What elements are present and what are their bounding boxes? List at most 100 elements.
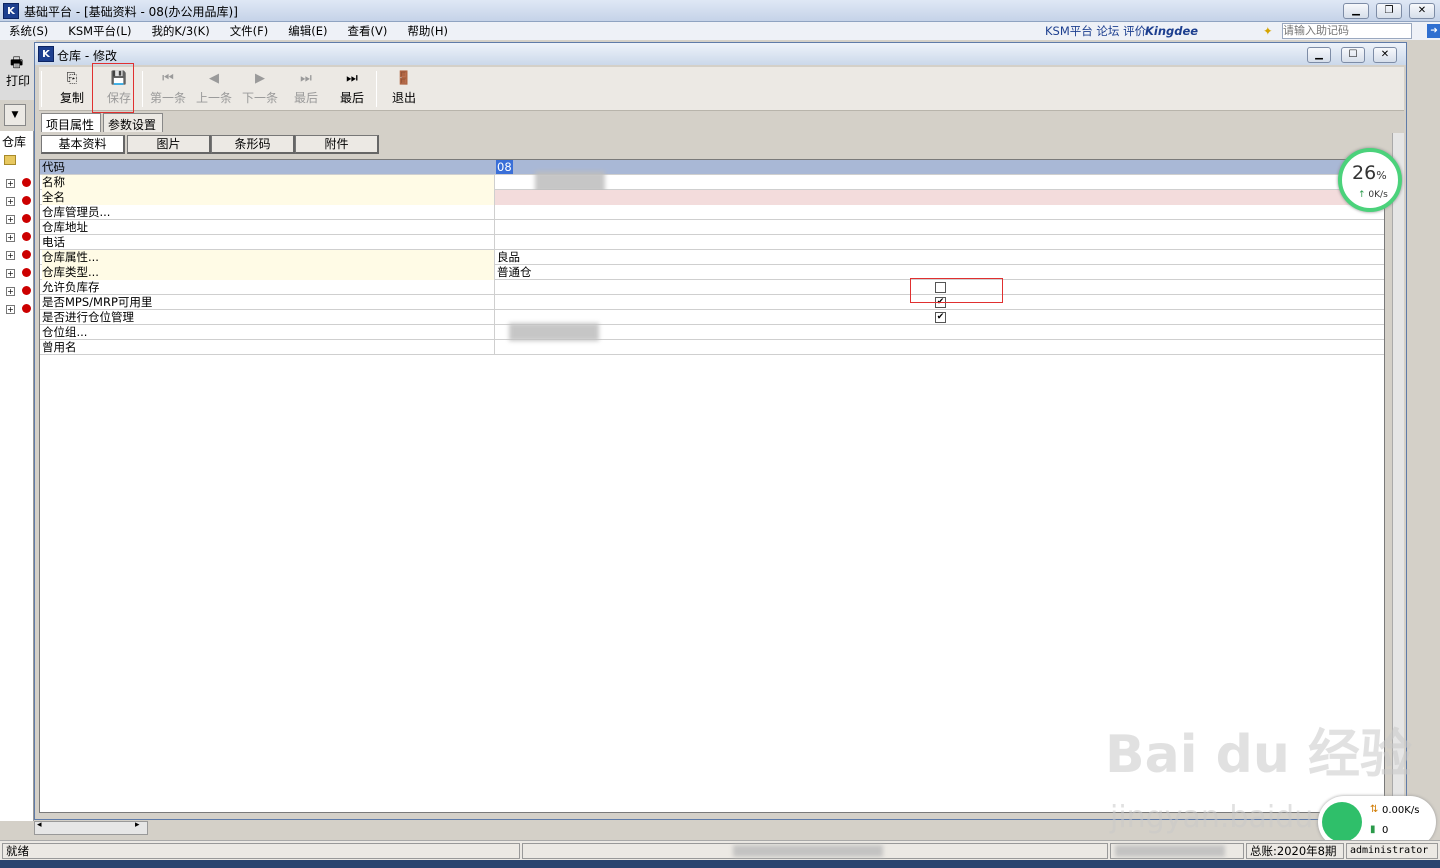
battery-icon: ▮ xyxy=(1370,824,1376,835)
window-toolbar: ⎘ 复制 💾 保存 ⏮ 第一条 ◀ 上一条 ▶ 下一条 ⏭ 最后 ⏭ 最后 🚪 … xyxy=(39,67,1404,111)
node-icon xyxy=(22,250,31,259)
next-record-button[interactable]: ▶ 下一条 xyxy=(237,67,283,111)
tab-basic-info[interactable]: 基本资料 xyxy=(41,135,125,154)
memo-input[interactable] xyxy=(1282,23,1412,39)
status-middle xyxy=(522,843,1108,859)
tab-item-properties[interactable]: 项目属性 xyxy=(41,113,101,132)
address-value[interactable] xyxy=(494,220,1384,235)
tree-node[interactable]: + xyxy=(4,194,34,208)
last-record-disabled-button[interactable]: ⏭ 最后 xyxy=(283,67,329,111)
attribute-value[interactable]: 良品 xyxy=(494,250,1384,265)
network-up: 0.00K/s xyxy=(1382,805,1420,816)
menu-view[interactable]: 查看(V) xyxy=(348,23,388,39)
tree-node[interactable]: + xyxy=(4,266,34,280)
last-icon: ⏭ xyxy=(346,71,358,86)
first-record-button[interactable]: ⏮ 第一条 xyxy=(145,67,191,111)
node-icon xyxy=(22,232,31,241)
menu-system[interactable]: 系统(S) xyxy=(9,23,48,39)
grid-row-address[interactable]: 仓库地址 xyxy=(40,220,1384,235)
name-value[interactable] xyxy=(494,171,1384,193)
blurred-value xyxy=(733,845,883,857)
tree-node[interactable]: + xyxy=(4,176,34,190)
exit-button[interactable]: 🚪 退出 xyxy=(381,67,427,111)
checkbox-highlight-box xyxy=(910,278,1003,303)
tree-node[interactable]: + xyxy=(4,248,34,262)
location-group-value[interactable] xyxy=(494,323,1384,341)
node-icon xyxy=(22,214,31,223)
dropdown-chevron-icon[interactable]: ▼ xyxy=(4,104,26,126)
grid-row-fullname[interactable]: 全名 xyxy=(40,190,1384,205)
scroll-right-icon[interactable]: ▸ xyxy=(135,820,140,830)
app-restore-button[interactable]: ❐ xyxy=(1376,3,1402,19)
blurred-value xyxy=(1115,845,1225,857)
menu-right-links[interactable]: KSM平台 论坛 评价 xyxy=(1045,23,1146,39)
window-maximize-button[interactable]: ☐ xyxy=(1341,47,1365,63)
first-icon: ⏮ xyxy=(162,71,174,86)
grid-row-type[interactable]: 仓库类型... 普通仓 xyxy=(40,265,1384,280)
grid-row-former-name[interactable]: 曾用名 xyxy=(40,340,1384,355)
menu-help[interactable]: 帮助(H) xyxy=(407,23,448,39)
fullname-value[interactable] xyxy=(494,190,1384,205)
window-close-button[interactable]: ✕ xyxy=(1373,47,1397,63)
kingdee-brand: Kingdee xyxy=(1145,24,1199,38)
expand-icon[interactable]: + xyxy=(6,287,15,296)
former-name-value[interactable] xyxy=(494,340,1384,355)
tree-node[interactable]: + xyxy=(4,212,34,226)
expand-icon[interactable]: + xyxy=(6,269,15,278)
warehouse-edit-window: K 仓库 - 修改 ▁ ☐ ✕ ⎘ 复制 💾 保存 ⏮ 第一条 ◀ 上一条 ▶ … xyxy=(34,42,1407,820)
menu-ksm[interactable]: KSM平台(L) xyxy=(68,23,131,39)
tab-barcode[interactable]: 条形码 xyxy=(211,135,295,154)
phone-value[interactable] xyxy=(494,235,1384,250)
print-label[interactable]: 打印 xyxy=(6,72,30,89)
prev-record-button[interactable]: ◀ 上一条 xyxy=(191,67,237,111)
app-close-button[interactable]: ✕ xyxy=(1409,3,1435,19)
code-value[interactable]: 08 xyxy=(496,160,513,174)
status-bar: 就绪 总账:2020年8期 administrator xyxy=(0,840,1440,860)
grid-row-location-mgmt[interactable]: 是否进行仓位管理 ✔ xyxy=(40,310,1384,325)
grid-row-phone[interactable]: 电话 xyxy=(40,235,1384,250)
menu-edit[interactable]: 编辑(E) xyxy=(288,23,327,39)
grid-row-attribute[interactable]: 仓库属性... 良品 xyxy=(40,250,1384,265)
window-minimize-button[interactable]: ▁ xyxy=(1307,47,1331,63)
grid-row-mps[interactable]: 是否MPS/MRP可用里 ✔ xyxy=(40,295,1384,310)
baidu-watermark: Bai du 经验 xyxy=(1105,725,1412,785)
expand-icon[interactable]: + xyxy=(6,215,15,224)
expand-icon[interactable]: + xyxy=(6,251,15,260)
blurred-value xyxy=(509,323,599,341)
tree-node[interactable]: + xyxy=(4,230,34,244)
menu-file[interactable]: 文件(F) xyxy=(230,23,269,39)
window-title: 仓库 - 修改 xyxy=(57,49,117,63)
horizontal-scrollbar[interactable]: ◂ ▸ xyxy=(34,820,148,835)
grid-row-name[interactable]: 名称 xyxy=(40,171,1384,193)
window-logo-icon: K xyxy=(38,46,54,62)
expand-icon[interactable]: + xyxy=(6,305,15,314)
app-minimize-button[interactable]: ▁ xyxy=(1343,3,1369,19)
copy-button[interactable]: ⎘ 复制 xyxy=(49,67,95,111)
menu-mykis[interactable]: 我的K/3(K) xyxy=(151,23,209,39)
keeper-value[interactable] xyxy=(494,205,1384,220)
speed-gauge[interactable]: 26% ↑ 0K/s xyxy=(1338,148,1402,212)
save-highlight-box xyxy=(92,63,134,113)
grid-row-location-group[interactable]: 仓位组... xyxy=(40,323,1384,341)
location-mgmt-checkbox[interactable]: ✔ xyxy=(935,312,946,323)
grid-row-negative-stock[interactable]: 允许负库存 xyxy=(40,280,1384,295)
vertical-scrollbar[interactable] xyxy=(1392,133,1404,813)
expand-icon[interactable]: + xyxy=(6,179,15,188)
node-icon xyxy=(22,286,31,295)
gauge-speed: 0K/s xyxy=(1368,190,1388,200)
expand-icon[interactable]: + xyxy=(6,233,15,242)
tab-attachment[interactable]: 附件 xyxy=(295,135,379,154)
tree-node[interactable]: + xyxy=(4,284,34,298)
expand-icon[interactable]: + xyxy=(6,197,15,206)
tab-picture[interactable]: 图片 xyxy=(127,135,211,154)
tab-parameter-settings[interactable]: 参数设置 xyxy=(103,113,163,132)
tree-node[interactable]: + xyxy=(4,302,34,316)
last-record-button[interactable]: ⏭ 最后 xyxy=(329,67,375,111)
grid-row-code[interactable]: 代码 08 xyxy=(40,160,1384,175)
folder-icon xyxy=(4,155,16,165)
app-title: 基础平台 - [基础资料 - 08(办公用品库)] xyxy=(24,5,238,19)
go-arrow-icon[interactable]: ➜ xyxy=(1427,24,1440,38)
up-arrow-icon: ↑ xyxy=(1358,190,1366,200)
scroll-left-icon[interactable]: ◂ xyxy=(37,820,42,830)
grid-row-keeper[interactable]: 仓库管理员... xyxy=(40,205,1384,220)
